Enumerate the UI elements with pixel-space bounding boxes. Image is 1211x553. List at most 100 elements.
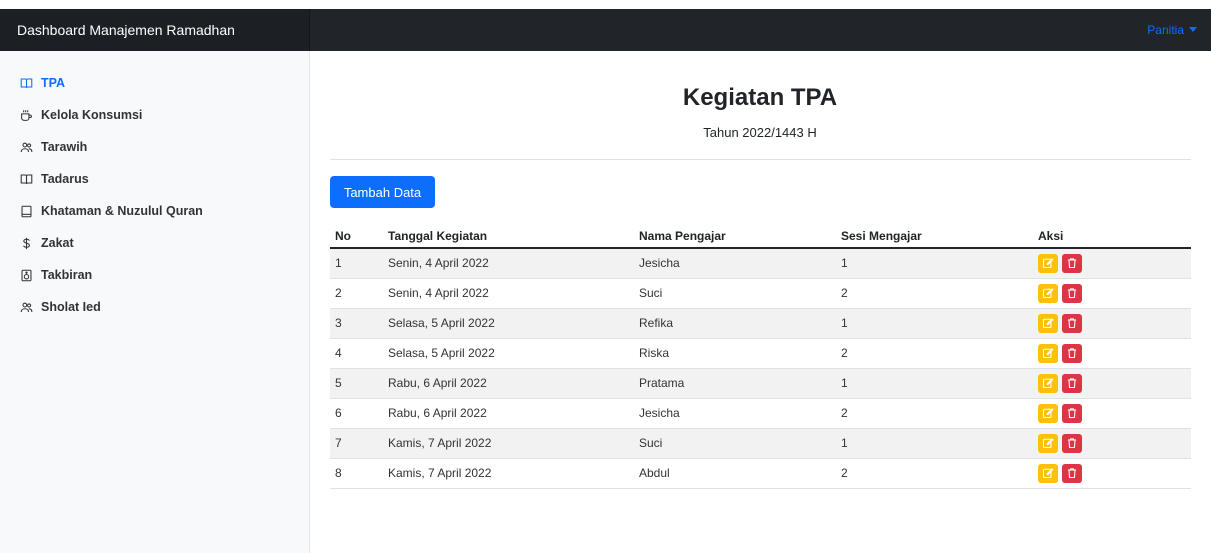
sidebar-item-sholat-ied[interactable]: Sholat Ied [0, 291, 310, 323]
edit-button[interactable] [1038, 313, 1058, 333]
edit-button[interactable] [1038, 433, 1058, 453]
table-row: 6 Rabu, 6 April 2022 Jesicha 2 [330, 398, 1191, 429]
edit-icon [1042, 317, 1054, 329]
trash-icon [1066, 317, 1078, 329]
table-body: 1 Senin, 4 April 2022 Jesicha 1 2 Senin, 4 Ap… [330, 248, 1191, 489]
column-header-no: No [330, 224, 383, 249]
brand-title[interactable]: Dashboard Manajemen Ramadhan [0, 9, 310, 51]
people-icon [20, 301, 41, 314]
table-header-row: No Tanggal Kegiatan Nama Pengajar Sesi M… [330, 224, 1191, 249]
delete-button[interactable] [1062, 433, 1082, 453]
cell-actions [1033, 368, 1191, 399]
cell-actions [1033, 428, 1191, 459]
table-row: 3 Selasa, 5 April 2022 Refika 1 [330, 308, 1191, 339]
sidebar-item-kelola-konsumsi[interactable]: Kelola Konsumsi [0, 99, 310, 131]
sidebar-item-tarawih[interactable]: Tarawih [0, 131, 310, 163]
sidebar-item-label: Kelola Konsumsi [41, 108, 143, 122]
sidebar: TPA Kelola Konsumsi Tarawih Tadarus Khataman… [0, 51, 310, 553]
caret-down-icon [1189, 27, 1197, 32]
cell-date: Senin, 4 April 2022 [383, 248, 634, 279]
edit-button[interactable] [1038, 253, 1058, 273]
edit-button[interactable] [1038, 463, 1058, 483]
cell-actions [1033, 338, 1191, 369]
table-row: 5 Rabu, 6 April 2022 Pratama 1 [330, 368, 1191, 399]
cell-teacher: Pratama [634, 368, 836, 399]
cell-session: 2 [836, 338, 1033, 369]
page-title: Kegiatan TPA [682, 84, 838, 111]
cell-no: 2 [330, 278, 383, 309]
book-open-icon [20, 77, 41, 90]
delete-button[interactable] [1062, 283, 1082, 303]
sidebar-item-label: Tadarus [41, 172, 89, 186]
edit-icon [1042, 287, 1054, 299]
sidebar-item-label: Tarawih [41, 140, 88, 154]
sidebar-item-label: TPA [41, 76, 66, 90]
book-open-icon [20, 173, 41, 186]
cell-actions [1033, 248, 1191, 279]
cell-teacher: Riska [634, 338, 836, 369]
cell-session: 2 [836, 458, 1033, 489]
sidebar-item-takbiran[interactable]: Takbiran [0, 259, 310, 291]
trash-icon [1066, 347, 1078, 359]
cell-date: Kamis, 7 April 2022 [383, 458, 634, 489]
trash-icon [1066, 287, 1078, 299]
cell-teacher: Suci [634, 278, 836, 309]
divider [330, 159, 1191, 160]
cell-actions [1033, 458, 1191, 489]
cell-no: 7 [330, 428, 383, 459]
delete-button[interactable] [1062, 313, 1082, 333]
cell-session: 2 [836, 278, 1033, 309]
delete-button[interactable] [1062, 373, 1082, 393]
add-data-button[interactable]: Tambah Data [330, 176, 435, 208]
activity-table: No Tanggal Kegiatan Nama Pengajar Sesi M… [330, 224, 1191, 489]
edit-icon [1042, 377, 1054, 389]
sidebar-item-tpa[interactable]: TPA [0, 67, 310, 99]
trash-icon [1066, 467, 1078, 479]
cell-actions [1033, 398, 1191, 429]
column-header-date: Tanggal Kegiatan [383, 224, 634, 249]
sidebar-item-tadarus[interactable]: Tadarus [0, 163, 310, 195]
cell-actions [1033, 308, 1191, 339]
edit-icon [1042, 467, 1054, 479]
dollar-icon [20, 237, 41, 250]
delete-button[interactable] [1062, 253, 1082, 273]
cell-teacher: Abdul [634, 458, 836, 489]
sidebar-item-label: Takbiran [41, 268, 93, 282]
sidebar-item-label: Sholat Ied [41, 300, 101, 314]
sidebar-item-zakat[interactable]: Zakat [0, 227, 310, 259]
edit-button[interactable] [1038, 343, 1058, 363]
cell-date: Rabu, 6 April 2022 [383, 368, 634, 399]
edit-button[interactable] [1038, 373, 1058, 393]
column-header-teacher: Nama Pengajar [634, 224, 836, 249]
column-header-session: Sesi Mengajar [836, 224, 1033, 249]
cell-date: Senin, 4 April 2022 [383, 278, 634, 309]
cell-teacher: Refika [634, 308, 836, 339]
edit-button[interactable] [1038, 283, 1058, 303]
cell-teacher: Jesicha [634, 248, 836, 279]
cell-session: 1 [836, 368, 1033, 399]
sidebar-item-khataman-nuzulul-quran[interactable]: Khataman & Nuzulul Quran [0, 195, 310, 227]
edit-button[interactable] [1038, 403, 1058, 423]
speaker-icon [20, 269, 41, 282]
cell-no: 1 [330, 248, 383, 279]
cell-date: Rabu, 6 April 2022 [383, 398, 634, 429]
top-navbar: Dashboard Manajemen Ramadhan Panitia [0, 9, 1211, 51]
edit-icon [1042, 407, 1054, 419]
cup-icon [20, 109, 41, 122]
table-row: 1 Senin, 4 April 2022 Jesicha 1 [330, 248, 1191, 279]
delete-button[interactable] [1062, 463, 1082, 483]
table-row: 8 Kamis, 7 April 2022 Abdul 2 [330, 458, 1191, 489]
edit-icon [1042, 437, 1054, 449]
table-row: 4 Selasa, 5 April 2022 Riska 2 [330, 338, 1191, 369]
sidebar-item-label: Khataman & Nuzulul Quran [41, 204, 203, 218]
delete-button[interactable] [1062, 403, 1082, 423]
delete-button[interactable] [1062, 343, 1082, 363]
trash-icon [1066, 377, 1078, 389]
user-menu-label: Panitia [1147, 23, 1184, 37]
cell-actions [1033, 278, 1191, 309]
user-menu-dropdown[interactable]: Panitia [1147, 9, 1197, 51]
cell-no: 8 [330, 458, 383, 489]
book-icon [20, 205, 41, 218]
cell-date: Kamis, 7 April 2022 [383, 428, 634, 459]
cell-session: 1 [836, 308, 1033, 339]
